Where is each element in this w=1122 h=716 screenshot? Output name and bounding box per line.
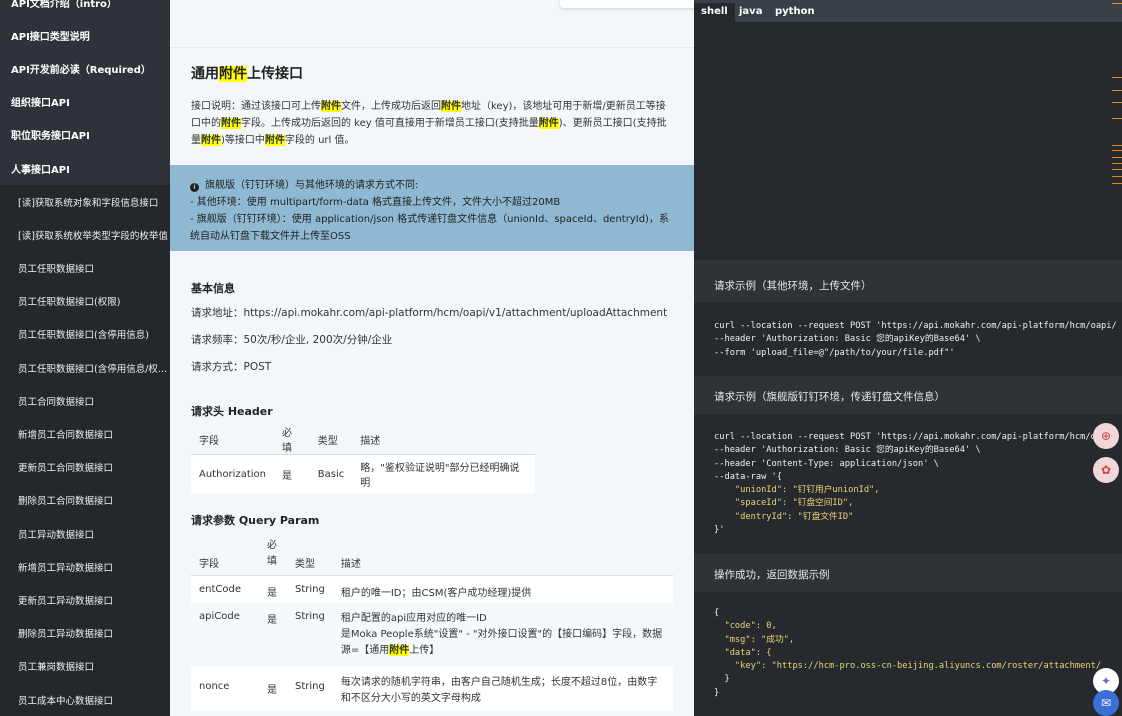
table-cell: 略，"鉴权验证说明"部分已经明确说明	[352, 454, 535, 493]
table-row: Authorization 是 Basic 略，"鉴权验证说明"部分已经明确说明	[191, 454, 535, 493]
sidebar-item-intro[interactable]: API文档介绍（intro）	[0, 0, 170, 19]
sidebar-subitem[interactable]: 员工成本中心数据接口	[0, 683, 170, 716]
assistant-float-icon[interactable]: ✿	[1093, 457, 1119, 483]
sidebar-subitem[interactable]: 员工合同数据接口	[0, 384, 170, 417]
column-header: 必填	[273, 424, 310, 455]
code-snippet: curl --location --request POST 'https://…	[714, 321, 1117, 358]
translate-float-icon[interactable]: ⊕	[1093, 423, 1119, 449]
sidebar-subitem[interactable]: 员工任职数据接口(含停用信息)	[0, 317, 170, 350]
header-table: 字段 必填 类型 描述 Authorization 是 Basic 略，"鉴权验…	[191, 424, 535, 493]
sidebar-item-personnel-api[interactable]: 人事接口API	[0, 152, 170, 185]
sidebar-item-required[interactable]: API开发前必读（Required）	[0, 52, 170, 85]
column-header: 描述	[332, 538, 673, 576]
sidebar-subitem[interactable]: 删除员工异动数据接口	[0, 616, 170, 649]
table-cell: apiCode	[199, 611, 240, 622]
table-cell: 是	[267, 615, 277, 626]
table-header-row: 字段 必填 类型 描述	[191, 538, 673, 576]
table-cell: String	[295, 611, 325, 622]
query-param-table: 字段 必填 类型 描述 entCode 是 String 租户的唯一ID；由CS…	[191, 538, 673, 711]
table-cell: entCode	[199, 584, 242, 595]
code-block-top	[694, 22, 1122, 260]
table-cell: 租户配置的api应用对应的唯一ID 是Moka People系统"设置" - "…	[340, 613, 663, 656]
scroll-markers	[1110, 0, 1122, 200]
notice-box: i 旗舰版（钉钉环境）与其他环境的请求方式不同: - 其他环境：使用 multip…	[170, 165, 694, 251]
request-method: 请求方式：POST	[191, 361, 272, 373]
title-highlight: 附件	[219, 66, 247, 82]
request-rate: 请求频率：50次/秒/企业, 200次/分钟/企业	[191, 334, 393, 346]
table-row: apiCode 是 String 租户配置的api应用对应的唯一ID 是Moka…	[191, 603, 673, 667]
column-header: 字段	[191, 424, 274, 455]
code-label-success: 操作成功，返回数据示例	[714, 569, 830, 581]
column-header: 字段	[191, 538, 259, 576]
code-panel: shell java python 请求示例（其他环境，上传文件） curl -…	[694, 0, 1122, 716]
sidebar-submenu: [读]获取系统对象和字段信息接口 [读]获取系统枚举类型字段的枚举值 员工任职数…	[0, 185, 170, 716]
tab-python[interactable]: python	[768, 3, 822, 22]
api-description: 接口说明：通过该接口可上传附件文件，上传成功后返回附件地址（key)，该地址可用…	[191, 101, 667, 146]
code-block-dingtalk: curl --location --request POST 'https://…	[694, 414, 1122, 554]
column-header: 类型	[287, 538, 333, 576]
table-cell: Basic	[309, 454, 353, 493]
code-tabs: shell java python	[694, 0, 1122, 22]
table-cell: Authorization	[191, 454, 274, 493]
sidebar-item-api-types[interactable]: API接口类型说明	[0, 19, 170, 52]
code-block-success: { "code": 0, "msg": "成功", "data": { "key…	[694, 592, 1122, 716]
sidebar-subitem[interactable]: [读]获取系统对象和字段信息接口	[0, 185, 170, 218]
sidebar-subitem[interactable]: 新增员工合同数据接口	[0, 417, 170, 450]
sidebar-subitem[interactable]: 员工任职数据接口(权限)	[0, 284, 170, 317]
sidebar-subitem[interactable]: 员工兼岗数据接口	[0, 649, 170, 682]
table-row: nonce 是 String 每次请求的随机字符串，由客户自己随机生成；长度不超…	[191, 667, 673, 711]
basic-info-title: 基本信息	[191, 282, 235, 295]
code-label-dingtalk: 请求示例（旗舰版钉钉环境，传递钉盘文件信息）	[714, 391, 945, 403]
sidebar-subitem[interactable]: 删除员工合同数据接口	[0, 483, 170, 516]
sidebar-subitem[interactable]: 员工任职数据接口	[0, 251, 170, 284]
code-snippet: { "code": 0, "msg": "成功", "data": { "key…	[714, 608, 1102, 698]
chat-float-icon[interactable]: ✉	[1093, 690, 1119, 716]
column-header: 描述	[352, 424, 535, 455]
sidebar-nav: API文档介绍（intro） API接口类型说明 API开发前必读（Requir…	[0, 0, 170, 716]
table-header-row: 字段 必填 类型 描述	[191, 424, 535, 455]
sidebar-item-org-api[interactable]: 组织接口API	[0, 85, 170, 118]
code-label-other-env: 请求示例（其他环境，上传文件）	[714, 280, 872, 292]
sidebar-subitem[interactable]: [读]获取系统枚举类型字段的枚举值	[0, 218, 170, 251]
info-icon: i	[190, 183, 199, 192]
request-url: 请求地址：https://api.mokahr.com/api-platform…	[191, 307, 668, 319]
sidebar-item-position-api[interactable]: 职位职务接口API	[0, 118, 170, 151]
sidebar-subitem[interactable]: 更新员工合同数据接口	[0, 450, 170, 483]
tab-shell[interactable]: shell	[694, 3, 735, 22]
sidebar-subitem[interactable]: 员工异动数据接口	[0, 517, 170, 550]
table-cell: 租户的唯一ID；由CSM(客户成功经理)提供	[340, 588, 532, 599]
table-cell: String	[295, 584, 325, 595]
table-cell: 是	[267, 685, 277, 696]
table-cell: 是	[267, 588, 277, 599]
sidebar-subitem[interactable]: 新增员工异动数据接口	[0, 550, 170, 583]
column-header: 必填	[259, 538, 287, 576]
table-cell: 是	[273, 454, 310, 493]
code-block-other-env: curl --location --request POST 'https://…	[694, 302, 1122, 376]
code-snippet: curl --location --request POST 'https://…	[714, 432, 1117, 536]
page-title: 通用附件上传接口	[191, 66, 303, 82]
table-cell: String	[295, 681, 325, 692]
tab-java[interactable]: java	[732, 3, 769, 22]
sidebar-subitem[interactable]: 更新员工异动数据接口	[0, 583, 170, 616]
table-cell: nonce	[199, 681, 230, 692]
column-header: 类型	[309, 424, 353, 455]
sidebar-subitem[interactable]: 员工任职数据接口(含停用信息/权...	[0, 351, 170, 384]
table-row: entCode 是 String 租户的唯一ID；由CSM(客户成功经理)提供	[191, 575, 673, 603]
header-section-title: 请求头 Header	[191, 405, 273, 418]
query-section-title: 请求参数 Query Param	[191, 514, 320, 527]
main-content: 通用附件上传接口 接口说明：通过该接口可上传附件文件，上传成功后返回附件地址（k…	[170, 0, 694, 716]
table-cell: 每次请求的随机字符串，由客户自己随机生成；长度不超过8位，由数字和不区分大小写的…	[340, 677, 658, 704]
